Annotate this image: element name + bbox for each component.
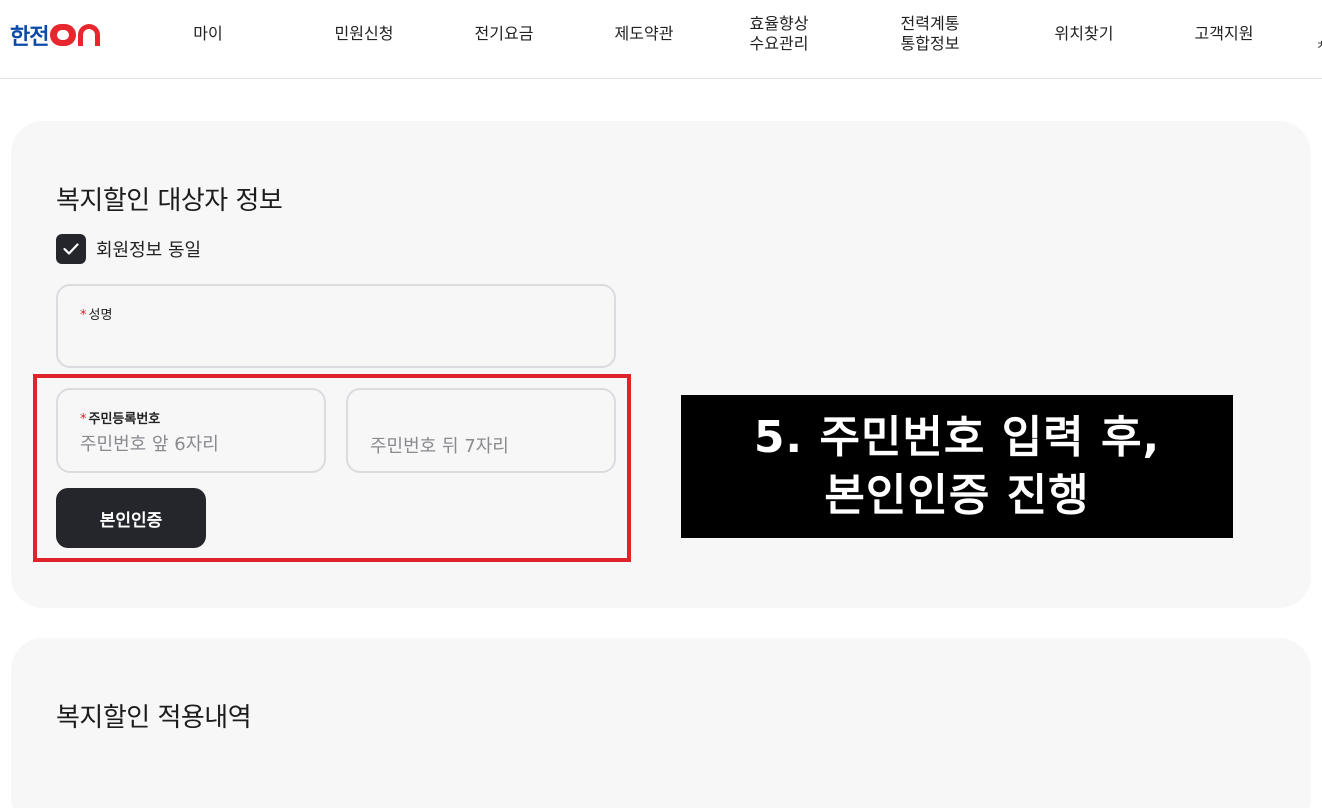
nav-civil-application-label: 민원신청 — [334, 24, 394, 43]
name-field-label: * 성명 — [80, 304, 112, 323]
nav-terms[interactable]: 제도약관 — [604, 0, 684, 68]
nav-terms-label: 제도약관 — [614, 24, 674, 43]
nav-find-location-label: 위치찾기 — [1054, 24, 1114, 43]
nav-overflow-glyph: ㅊ — [1316, 38, 1322, 52]
nav-customer-support[interactable]: 고객지원 — [1184, 0, 1264, 68]
rrn-back-field[interactable] — [346, 388, 616, 473]
nav-customer-support-label: 고객지원 — [1194, 24, 1254, 43]
nav-efficiency-line2: 수요관리 — [749, 34, 809, 53]
rrn-label-text: 주민등록번호 — [88, 412, 161, 427]
top-header: 한전 마이 민원신청 전기요금 제도약관 효율향상 수요관리 전력계통 통합정보… — [0, 0, 1322, 79]
nav-find-location[interactable]: 위치찾기 — [1044, 0, 1124, 68]
rrn-front-input[interactable] — [80, 434, 302, 455]
required-mark: * — [80, 308, 87, 323]
caption-line2: 본인인증 진행 — [824, 469, 1090, 521]
nav-my[interactable]: 마이 — [168, 0, 248, 68]
rrn-front-label: * 주민등록번호 — [80, 408, 160, 427]
rrn-front-field[interactable]: * 주민등록번호 — [56, 388, 326, 473]
identity-verification-button[interactable]: 본인인증 — [56, 488, 206, 548]
nav-my-label: 마이 — [193, 24, 223, 43]
check-icon — [63, 243, 79, 255]
tutorial-caption: 5. 주민번호 입력 후, 본인인증 진행 — [681, 395, 1233, 538]
nav-civil-application[interactable]: 민원신청 — [324, 0, 404, 68]
discount-history-title: 복지할인 적용내역 — [56, 703, 252, 733]
nav-electric-rates-label: 전기요금 — [474, 24, 534, 43]
nav-efficiency-demand[interactable]: 효율향상 수요관리 — [734, 0, 824, 68]
same-as-member-label: 회원정보 동일 — [96, 240, 202, 261]
rrn-back-input[interactable] — [370, 436, 592, 457]
name-field[interactable]: * 성명 — [56, 284, 616, 368]
kepco-on-logo[interactable]: 한전 — [10, 20, 101, 50]
required-mark: * — [80, 412, 87, 427]
name-input[interactable] — [80, 331, 592, 352]
nav-electric-rates[interactable]: 전기요금 — [464, 0, 544, 68]
nav-power-grid-line2: 통합정보 — [900, 34, 960, 53]
nav-power-grid-info[interactable]: 전력계통 통합정보 — [885, 0, 975, 68]
nav-efficiency-line1: 효율향상 — [749, 14, 809, 33]
logo-on-mark — [50, 24, 101, 46]
nav-power-grid-line1: 전력계통 — [900, 14, 960, 33]
caption-line1: 5. 주민번호 입력 후, — [753, 411, 1161, 463]
welfare-info-title: 복지할인 대상자 정보 — [56, 186, 283, 216]
logo-text: 한전 — [10, 25, 49, 50]
same-as-member-checkbox[interactable] — [56, 234, 86, 264]
same-as-member-checkbox-row[interactable]: 회원정보 동일 — [56, 234, 201, 264]
name-label-text: 성명 — [88, 308, 113, 323]
